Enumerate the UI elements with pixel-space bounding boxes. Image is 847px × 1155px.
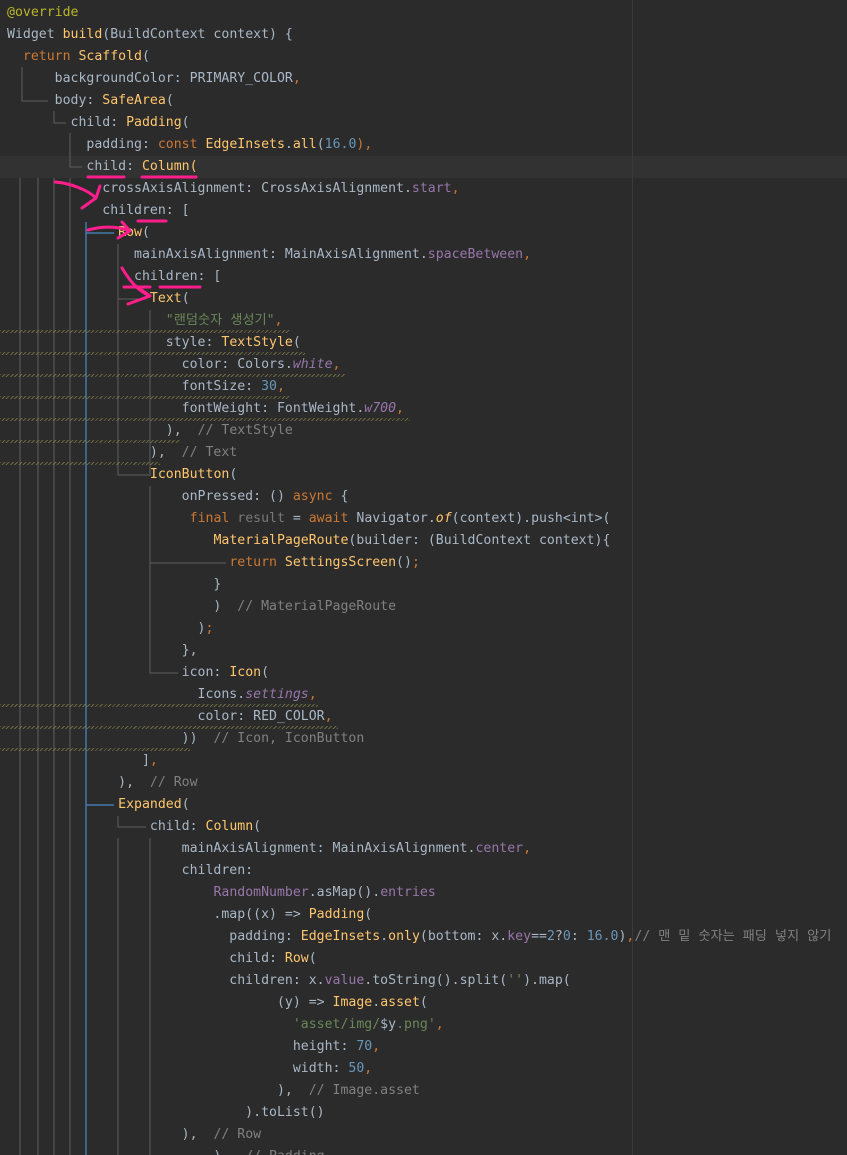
handwritten-annotations <box>53 175 202 306</box>
code-editor[interactable]: @override Widget build(BuildContext conte… <box>0 0 847 1155</box>
arrow-crossaxis <box>53 180 102 210</box>
arrow-row <box>86 220 132 240</box>
